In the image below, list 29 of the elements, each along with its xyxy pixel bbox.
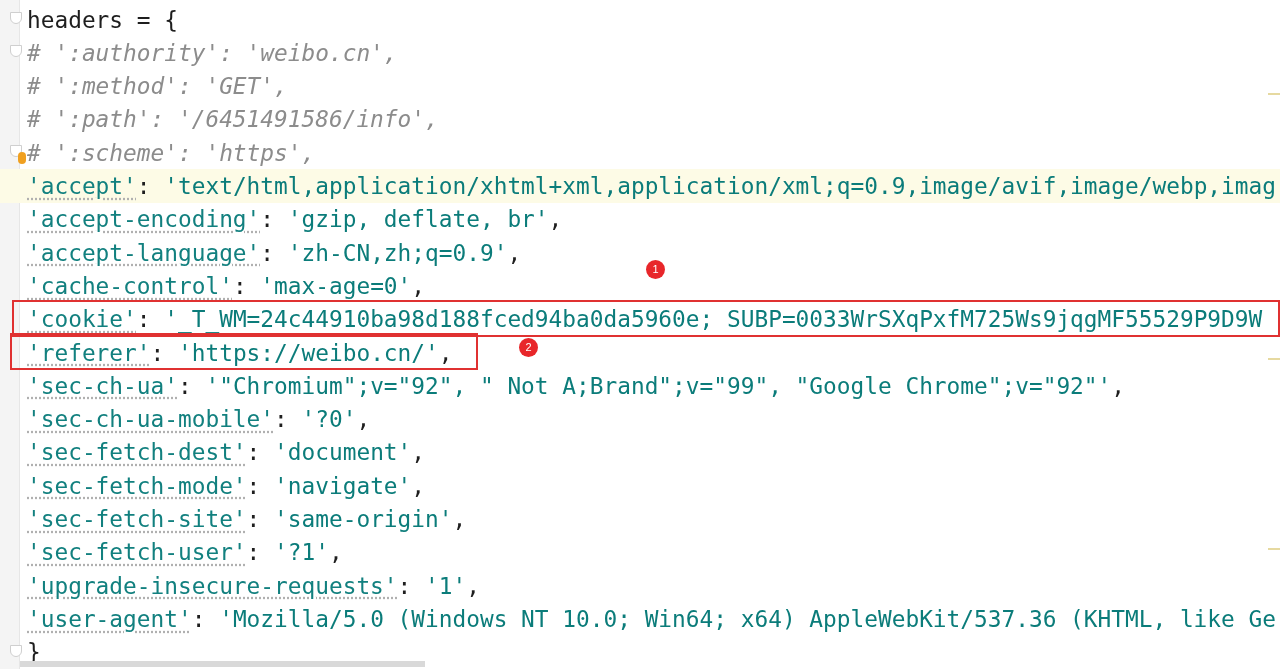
code-line: 'referer': 'https://weibo.cn/', (27, 338, 453, 368)
fold-marker-icon[interactable] (10, 12, 22, 24)
code-line: 'upgrade-insecure-requests': '1', (27, 571, 480, 601)
code-line: 'sec-fetch-mode': 'navigate', (27, 471, 426, 501)
number-badge: 1 (646, 259, 665, 279)
code-text: headers = { (27, 5, 178, 35)
code-comment: # ':path': '/6451491586/info', (27, 105, 439, 135)
code-line: 'accept': 'text/html,application/xhtml+xml,application/xml;q=0.9,image/avif,image/webp,imag (27, 172, 1276, 202)
scroll-marker (1268, 548, 1280, 550)
code-line: 'user-agent': 'Mozilla/5.0 (Windows NT 10.0; Win64; x64) AppleWebKit/537.36 (KHTML, like Ge (27, 604, 1276, 634)
fold-marker-icon[interactable] (10, 45, 22, 58)
code-line: 'sec-fetch-user': '?1', (27, 538, 343, 568)
code-line: 'sec-fetch-site': 'same-origin', (27, 505, 467, 534)
code-line: 'cookie': '_T_WM=24c44910ba98d188fced94ba0da5960e; SUBP=0033WrSXqPxfM725Ws9jqgMF55529P9D9W (27, 305, 1263, 335)
code-comment: # ':authority': 'weibo.cn', (27, 38, 398, 68)
scroll-marker (1268, 358, 1280, 360)
code-line: 'accept-encoding': 'gzip, deflate, br', (27, 205, 563, 235)
code-line: 'sec-fetch-dest': 'document', (27, 438, 426, 468)
code-line: 'sec-ch-ua-mobile': '?0', (27, 405, 371, 435)
scroll-marker (1268, 93, 1280, 95)
code-line: 'accept-language': 'zh-CN,zh;q=0.9', (27, 238, 522, 268)
lightbulb-icon[interactable] (18, 152, 26, 165)
fold-marker-icon[interactable] (10, 145, 22, 158)
code-line: 'sec-ch-ua': '"Chromium";v="92", " Not A;Brand";v="99", "Google Chrome";v="92"', (27, 371, 1125, 401)
number-badge: 2 (519, 337, 538, 357)
code-line: 'cache-control': 'max-age=0', (27, 271, 426, 301)
code-comment: # ':method': 'GET', (27, 72, 288, 102)
horizontal-scrollbar[interactable] (20, 661, 425, 667)
code-comment: # ':scheme': 'https', (27, 138, 316, 168)
